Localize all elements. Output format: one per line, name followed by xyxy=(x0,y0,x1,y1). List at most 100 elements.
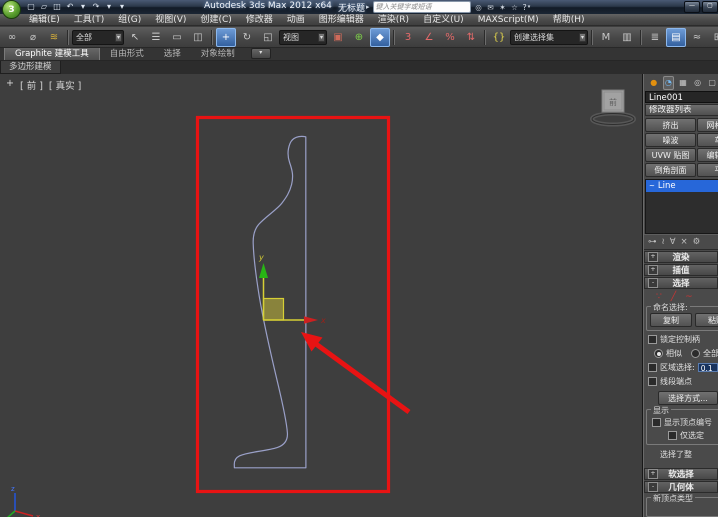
edit-named-selection-sets-button[interactable]: {} xyxy=(489,28,509,47)
select-and-scale-button[interactable]: ◱ xyxy=(258,28,278,47)
make-unique-icon[interactable]: ∀ xyxy=(670,237,676,247)
select-object-button[interactable]: ↖ xyxy=(125,28,145,47)
all-radio[interactable] xyxy=(691,349,700,358)
menu-item[interactable]: 编辑(E) xyxy=(22,14,67,26)
menu-item[interactable]: 动画 xyxy=(280,14,312,26)
menu-item[interactable]: 自定义(U) xyxy=(416,14,471,26)
rollout-interpolation[interactable]: + 插值 xyxy=(644,264,718,276)
viewcube[interactable]: 前 xyxy=(590,89,636,127)
snaps-toggle-3d[interactable]: 3 xyxy=(398,28,418,47)
viewport-menu-shading[interactable]: [ 真实 ] xyxy=(49,78,81,92)
collapse-icon[interactable]: - xyxy=(648,278,658,288)
menu-item[interactable]: 帮助(H) xyxy=(546,14,592,26)
minimize-button[interactable]: — xyxy=(684,1,700,13)
select-by-button[interactable]: 选择方式... xyxy=(658,391,718,405)
layer-manager-button[interactable]: ≣ xyxy=(645,28,665,47)
expand-icon[interactable]: + xyxy=(648,469,658,479)
menu-item[interactable]: 创建(C) xyxy=(193,14,238,26)
new-file-button[interactable]: ▢ xyxy=(26,1,36,12)
window-crossing-toggle[interactable]: ◫ xyxy=(188,28,208,47)
favorites-star-icon[interactable]: ☆ xyxy=(510,2,520,12)
paste-button[interactable]: 粘贴 xyxy=(695,313,718,327)
help-button[interactable]: ? ▾ xyxy=(523,3,531,12)
percent-snap-toggle[interactable]: % xyxy=(440,28,460,47)
mirror-button[interactable]: M xyxy=(596,28,616,47)
undo-button[interactable]: ↶ xyxy=(65,1,75,12)
subscription-center-icon[interactable]: ✉ xyxy=(486,2,496,12)
select-and-move-button[interactable]: + xyxy=(216,27,236,47)
selection-filter-dropdown[interactable]: 全部 xyxy=(72,29,124,45)
remove-modifier-icon[interactable]: × xyxy=(681,237,688,247)
reference-coordinate-system-dropdown[interactable]: 视图 xyxy=(279,29,327,45)
redo-button[interactable]: ↷ xyxy=(91,1,101,12)
rollout-render[interactable]: + 渲染 xyxy=(644,251,718,263)
select-and-link-button[interactable]: ∞ xyxy=(2,28,22,47)
modifier-button[interactable]: 挤出 xyxy=(645,118,696,132)
undo-dropdown[interactable]: ▾ xyxy=(78,1,88,12)
expand-icon[interactable]: + xyxy=(648,252,658,262)
rollout-geometry[interactable]: - 几何体 xyxy=(644,481,718,493)
rollout-soft-selection[interactable]: + 软选择 xyxy=(644,468,718,480)
ribbon-tab-object-paint[interactable]: 对象绘制 xyxy=(191,46,245,60)
viewport-menu-general[interactable]: + xyxy=(6,78,14,92)
tab-create[interactable]: ● xyxy=(648,76,660,90)
application-menu-logo[interactable]: 3 xyxy=(2,0,21,19)
rectangular-selection-region-button[interactable]: ▭ xyxy=(167,28,187,47)
select-and-manipulate-button[interactable]: ⊕ xyxy=(349,28,369,47)
communication-center-icon[interactable]: ✶ xyxy=(498,2,508,12)
ribbon-tab-freeform[interactable]: 自由形式 xyxy=(100,46,154,60)
ribbon-tab-selection[interactable]: 选择 xyxy=(154,46,191,60)
bind-to-space-warp-button[interactable]: ≋ xyxy=(44,28,64,47)
segment-subobject-icon[interactable]: ╱ xyxy=(671,292,676,302)
keyboard-shortcut-override-toggle[interactable]: ◆ xyxy=(370,27,390,47)
graphite-modeling-tools-toggle[interactable]: ▤ xyxy=(666,27,686,47)
segment-end-checkbox[interactable] xyxy=(648,377,657,386)
menu-item[interactable]: 工具(T) xyxy=(67,14,112,26)
modifier-button[interactable]: 倒角剖面 xyxy=(645,163,696,177)
tab-hierarchy[interactable]: ▦ xyxy=(677,76,689,90)
modifier-button[interactable]: 车削 xyxy=(697,133,718,147)
modifier-button[interactable]: 平滑 xyxy=(697,163,718,177)
spline-subobject-icon[interactable]: ~ xyxy=(685,292,693,302)
viewport-menu-view[interactable]: [ 前 ] xyxy=(20,78,43,92)
infocenter-search-input[interactable]: 键入关键字或短语 xyxy=(372,1,471,13)
expand-icon[interactable]: + xyxy=(648,265,658,275)
show-end-result-icon[interactable]: ≀ xyxy=(662,237,665,247)
selected-only-checkbox[interactable] xyxy=(668,431,677,440)
gizmo-xy-plane-handle[interactable] xyxy=(262,297,285,321)
spinner-snap-toggle[interactable]: ⇅ xyxy=(461,28,481,47)
use-pivot-point-center-button[interactable]: ▣ xyxy=(328,28,348,47)
ribbon-panel-tab-poly-modeling[interactable]: 多边形建模 xyxy=(0,61,61,74)
pin-stack-icon[interactable]: ⊶ xyxy=(648,237,657,247)
open-file-button[interactable]: ▱ xyxy=(39,1,49,12)
tab-modify[interactable]: ◔ xyxy=(662,75,675,90)
object-name-field[interactable]: Line001 xyxy=(645,91,718,103)
menu-item[interactable]: 组(G) xyxy=(111,14,148,26)
modifier-button[interactable]: UVW 贴图 xyxy=(645,148,696,162)
alike-radio[interactable] xyxy=(654,349,663,358)
search-icon[interactable]: ◎ xyxy=(474,2,484,12)
area-selection-checkbox[interactable] xyxy=(648,363,657,372)
select-by-name-button[interactable]: ☰ xyxy=(146,28,166,47)
ribbon-minimize-button[interactable]: ▾ xyxy=(250,48,271,59)
show-vertex-numbers-checkbox[interactable] xyxy=(652,418,661,427)
curve-editor-button[interactable]: ≈ xyxy=(687,28,707,47)
front-viewport[interactable]: + [ 前 ] [ 真实 ] y x 前 z x xyxy=(0,74,643,517)
area-selection-value-field[interactable]: 0.1 xyxy=(697,363,718,373)
named-selection-sets-dropdown[interactable]: 创建选择集 xyxy=(510,29,588,45)
rollout-selection[interactable]: - 选择 xyxy=(644,277,718,289)
collapse-icon[interactable]: - xyxy=(648,482,658,492)
menu-item[interactable]: 修改器 xyxy=(239,14,280,26)
menu-item[interactable]: MAXScript(M) xyxy=(471,14,546,26)
unlink-selection-button[interactable]: ⌀ xyxy=(23,28,43,47)
menu-item[interactable]: 视图(V) xyxy=(148,14,193,26)
tab-motion[interactable]: ◎ xyxy=(692,76,704,90)
vertex-subobject-icon[interactable]: ∵ xyxy=(656,292,662,302)
redo-dropdown[interactable]: ▾ xyxy=(104,1,114,12)
schematic-view-button[interactable]: ⊞ xyxy=(708,28,718,47)
modifier-button[interactable]: 编辑网格 xyxy=(697,148,718,162)
modifier-button[interactable]: 噪波 xyxy=(645,133,696,147)
select-and-rotate-button[interactable]: ↻ xyxy=(237,28,257,47)
copy-button[interactable]: 复制 xyxy=(650,313,692,327)
save-file-button[interactable]: ◫ xyxy=(52,1,62,12)
